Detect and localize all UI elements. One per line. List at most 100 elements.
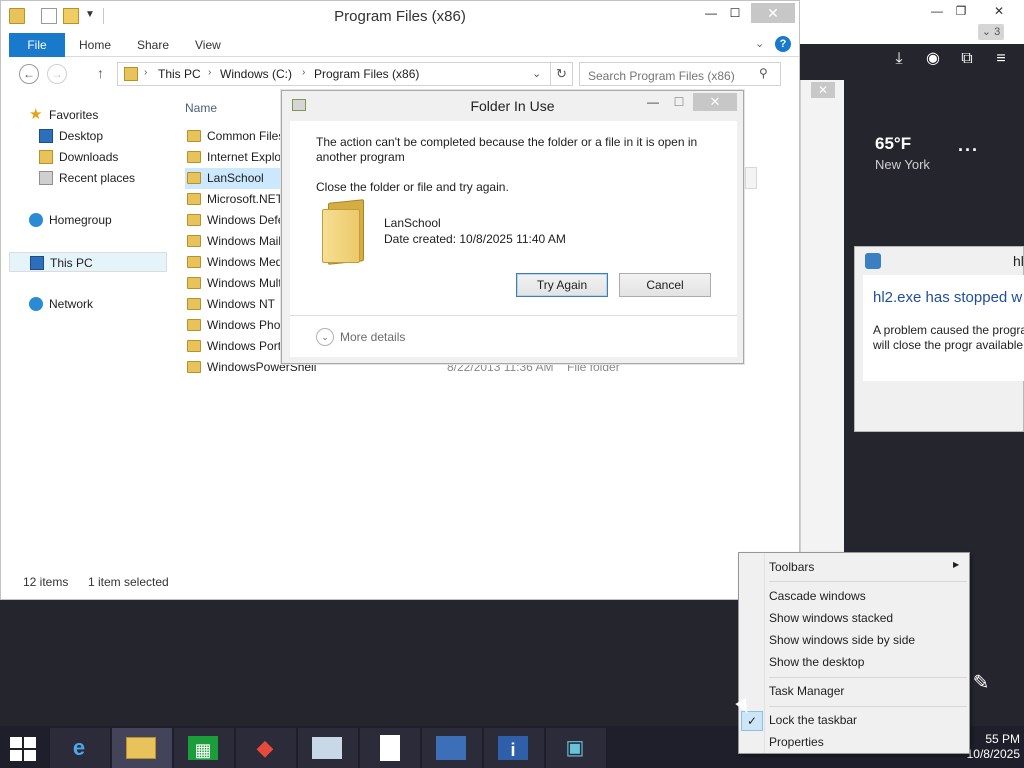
- folder-icon: [124, 67, 138, 81]
- tab-share[interactable]: Share: [137, 33, 169, 57]
- folder-icon: [187, 256, 201, 268]
- network-icon: [29, 297, 43, 311]
- panel-close-icon[interactable]: ✕: [811, 82, 835, 98]
- menu-item-lock-taskbar[interactable]: Lock the taskbar: [769, 713, 857, 727]
- column-header-name[interactable]: Name: [185, 101, 217, 115]
- scrollbar[interactable]: [745, 167, 757, 189]
- back-button[interactable]: ←: [19, 64, 39, 84]
- maximize-button[interactable]: ☐: [723, 3, 747, 23]
- file-name: Windows Port: [207, 339, 282, 353]
- taskbar-store[interactable]: ▦: [174, 728, 234, 768]
- profile-icon[interactable]: ◉: [922, 48, 944, 70]
- breadcrumb-this-pc[interactable]: This PC: [158, 67, 201, 81]
- sidebar-item-favorites[interactable]: ★ Favorites: [9, 105, 167, 125]
- taskbar-notepad[interactable]: [360, 728, 420, 768]
- menu-icon[interactable]: ≡: [990, 48, 1012, 70]
- sidebar-item-desktop[interactable]: Desktop: [9, 126, 167, 146]
- folder-icon: [187, 340, 201, 352]
- taskbar-app-2[interactable]: [422, 728, 482, 768]
- divider: [769, 581, 967, 582]
- address-bar[interactable]: › This PC › Windows (C:) › Program Files…: [117, 62, 573, 86]
- menu-item-properties[interactable]: Properties: [769, 735, 824, 749]
- tab-home[interactable]: Home: [79, 33, 111, 57]
- sidebar-item-homegroup[interactable]: Homegroup: [9, 210, 167, 230]
- tab-view[interactable]: View: [195, 33, 221, 57]
- homegroup-icon: [29, 213, 43, 227]
- search-input[interactable]: [579, 62, 781, 86]
- file-name: LanSchool: [207, 171, 264, 185]
- taskbar-image-viewer[interactable]: [298, 728, 358, 768]
- dialog-maximize-button[interactable]: ☐: [670, 95, 688, 109]
- more-details-link[interactable]: More details: [340, 330, 405, 344]
- menu-item-task-manager[interactable]: Task Manager: [769, 684, 844, 698]
- chevron-down-icon[interactable]: ⌄: [316, 328, 334, 346]
- dialog-minimize-button[interactable]: —: [644, 95, 662, 109]
- edit-icon[interactable]: ✎: [966, 668, 996, 698]
- chevron-right-icon[interactable]: ›: [144, 67, 147, 78]
- sidebar-item-recent-places[interactable]: Recent places: [9, 168, 167, 188]
- folder-icon: [187, 319, 201, 331]
- search-icon[interactable]: ⚲: [759, 66, 768, 80]
- weather-more-button[interactable]: ···: [958, 140, 979, 161]
- selection-count: 1 item selected: [88, 575, 169, 589]
- dialog-titlebar: Folder In Use — ☐ ✕: [282, 91, 743, 121]
- chevron-right-icon[interactable]: ›: [208, 67, 211, 78]
- taskbar-info-app[interactable]: i: [484, 728, 544, 768]
- up-arrow-icon[interactable]: ↑: [97, 65, 104, 81]
- file-name: Microsoft.NET: [207, 192, 284, 206]
- file-name: Windows Phot: [207, 318, 284, 332]
- menu-item-cascade-windows[interactable]: Cascade windows: [769, 589, 866, 603]
- sidebar-item-downloads[interactable]: Downloads: [9, 147, 167, 167]
- breadcrumb-drive[interactable]: Windows (C:): [220, 67, 292, 81]
- downloads-icon: [39, 150, 53, 164]
- tab-count-button[interactable]: ⌄ 3: [978, 24, 1004, 40]
- sidebar-item-label: Recent places: [59, 171, 136, 185]
- browser-toolbar: ⤓ ◉ ⧉ ≡: [790, 44, 1024, 74]
- sidebar-item-network[interactable]: Network: [9, 294, 167, 314]
- menu-item-side-by-side[interactable]: Show windows side by side: [769, 633, 915, 647]
- address-dropdown-icon[interactable]: ⌄: [532, 67, 541, 80]
- window-title: Program Files (x86): [334, 8, 466, 25]
- navigation-pane: ★ Favorites Desktop Downloads Recent pla…: [9, 97, 177, 567]
- minimize-button[interactable]: —: [699, 3, 723, 23]
- menu-item-show-desktop[interactable]: Show the desktop: [769, 655, 864, 669]
- dialog-body: The action can't be completed because th…: [290, 121, 737, 357]
- browser-close-button[interactable]: ✕: [984, 2, 1014, 20]
- taskbar-file-explorer[interactable]: [112, 728, 172, 768]
- breadcrumb-program-files[interactable]: Program Files (x86): [314, 67, 419, 81]
- file-explorer-icon: [126, 737, 156, 759]
- browser-side-panel: ✕: [800, 80, 844, 555]
- app-icon: [436, 736, 466, 760]
- menu-item-show-windows-stacked[interactable]: Show windows stacked: [769, 611, 893, 625]
- expand-ribbon-icon[interactable]: ⌄: [755, 37, 764, 50]
- menu-item-toolbars[interactable]: Toolbars: [769, 560, 814, 574]
- download-icon[interactable]: ⤓: [888, 48, 910, 70]
- tab-file[interactable]: File: [9, 33, 65, 57]
- extensions-icon[interactable]: ⧉: [956, 48, 978, 70]
- start-button[interactable]: [0, 728, 48, 768]
- address-row: ← → ↑ › This PC › Windows (C:) › Program…: [9, 59, 799, 89]
- taskbar-internet-explorer[interactable]: e: [50, 728, 110, 768]
- dialog-close-button[interactable]: ✕: [693, 93, 737, 111]
- forward-button[interactable]: →: [47, 64, 67, 84]
- try-again-button[interactable]: Try Again: [516, 273, 608, 297]
- browser-restore-button[interactable]: ❐: [946, 2, 976, 20]
- folder-icon: [187, 172, 201, 184]
- taskbar-app-3[interactable]: ▣: [546, 728, 606, 768]
- refresh-icon[interactable]: ↻: [550, 63, 572, 85]
- tab-count: 3: [994, 26, 1001, 38]
- app-icon: ◆: [256, 735, 274, 760]
- help-icon[interactable]: ?: [775, 36, 791, 52]
- item-date: Date created: 10/8/2025 11:40 AM: [384, 232, 566, 246]
- folder-icon: [320, 199, 376, 265]
- close-button[interactable]: ✕: [751, 3, 795, 23]
- star-icon: ★: [29, 106, 43, 123]
- taskbar-app[interactable]: ◆: [236, 728, 296, 768]
- hl2-message: A problem caused the progra Windows will…: [873, 323, 1024, 352]
- cancel-button[interactable]: Cancel: [619, 273, 711, 297]
- sidebar-item-label: Favorites: [49, 108, 99, 122]
- chevron-right-icon[interactable]: ›: [302, 67, 305, 78]
- sidebar-item-label: This PC: [50, 256, 93, 270]
- sidebar-item-this-pc[interactable]: This PC: [9, 252, 167, 272]
- info-icon: i: [498, 736, 528, 760]
